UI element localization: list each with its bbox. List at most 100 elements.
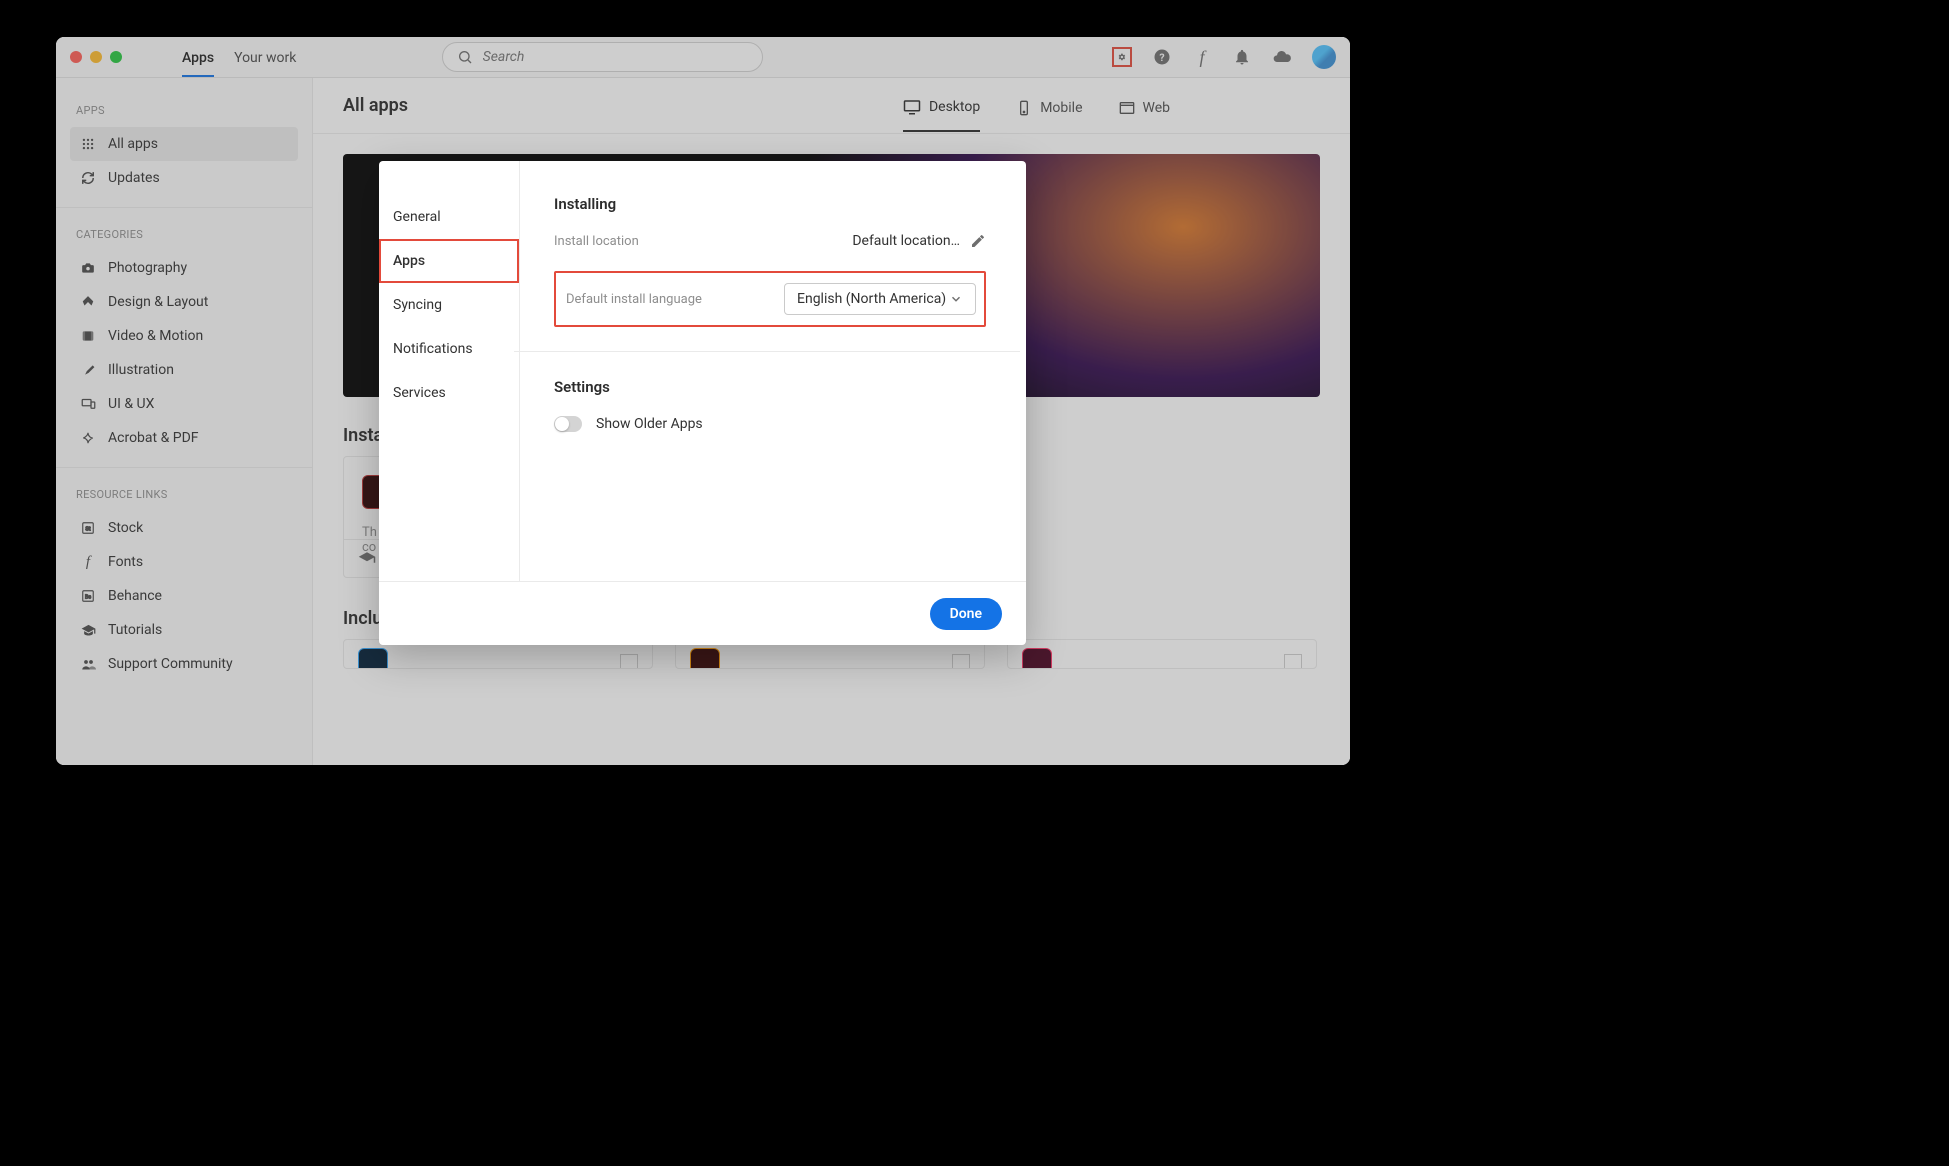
avatar[interactable] <box>1312 45 1336 69</box>
preferences-sidebar: General Apps Syncing Notifications Servi… <box>379 161 520 581</box>
preferences-content: Installing Install location Default loca… <box>520 161 1026 581</box>
fonts-icon[interactable]: f <box>1192 47 1212 67</box>
done-button[interactable]: Done <box>930 598 1002 630</box>
sidebar-item-tutorials[interactable]: Tutorials <box>70 613 298 647</box>
illustrator-badge-icon <box>690 648 720 669</box>
minimize-window-button[interactable] <box>90 51 102 63</box>
language-select-value: English (North America) <box>797 291 946 307</box>
install-location-value: Default location… <box>852 233 960 249</box>
open-external-icon <box>1284 654 1302 669</box>
notifications-icon[interactable] <box>1232 47 1252 67</box>
show-older-apps-label: Show Older Apps <box>596 416 703 432</box>
fonts-icon: f <box>80 554 96 570</box>
sidebar-item-label: All apps <box>108 136 158 152</box>
zoom-window-button[interactable] <box>110 51 122 63</box>
sidebar-item-label: UI & UX <box>108 396 154 412</box>
app-card-id[interactable] <box>1007 639 1317 669</box>
help-icon[interactable]: ? <box>1152 47 1172 67</box>
preferences-footer: Done <box>379 581 1026 645</box>
sidebar-divider <box>56 207 312 208</box>
page-title: All apps <box>343 95 408 116</box>
behance-icon: Be <box>80 588 96 604</box>
grid-icon <box>80 136 96 152</box>
svg-text:St: St <box>85 526 90 532</box>
stock-icon: St <box>80 520 96 536</box>
sidebar-item-support-community[interactable]: Support Community <box>70 647 298 681</box>
sidebar-item-label: Support Community <box>108 656 233 672</box>
tab-mobile[interactable]: Mobile <box>1016 80 1082 132</box>
cloud-icon[interactable] <box>1272 47 1292 67</box>
pref-tab-notifications[interactable]: Notifications <box>379 327 519 371</box>
pref-tab-syncing[interactable]: Syncing <box>379 283 519 327</box>
sidebar-item-fonts[interactable]: f Fonts <box>70 545 298 579</box>
sidebar-item-label: Design & Layout <box>108 294 208 310</box>
sidebar-item-label: Acrobat & PDF <box>108 430 199 446</box>
default-install-language-label: Default install language <box>566 292 702 307</box>
sidebar-section-apps: APPS <box>70 96 298 127</box>
sidebar-item-label: Behance <box>108 588 162 604</box>
sidebar-item-video-motion[interactable]: Video & Motion <box>70 319 298 353</box>
tab-desktop[interactable]: Desktop <box>903 80 980 132</box>
sidebar-item-label: Illustration <box>108 362 174 378</box>
tab-web[interactable]: Web <box>1119 80 1171 132</box>
acrobat-icon <box>80 430 96 446</box>
search-field[interactable] <box>442 42 763 72</box>
gear-icon[interactable] <box>1112 47 1132 67</box>
sidebar-item-acrobat-pdf[interactable]: Acrobat & PDF <box>70 421 298 455</box>
chevron-down-icon <box>949 292 963 306</box>
tab-your-work[interactable]: Your work <box>234 38 296 77</box>
sidebar-item-behance[interactable]: Be Behance <box>70 579 298 613</box>
camera-icon <box>80 260 96 276</box>
sidebar-item-illustration[interactable]: Illustration <box>70 353 298 387</box>
pref-tab-general[interactable]: General <box>379 195 519 239</box>
app-window: Apps Your work ? f <box>56 37 1350 765</box>
show-older-apps-row: Show Older Apps <box>554 416 986 432</box>
sidebar-item-photography[interactable]: Photography <box>70 251 298 285</box>
platform-tabs: Desktop Mobile Web <box>903 80 1170 132</box>
open-external-icon <box>620 654 638 669</box>
edit-icon[interactable] <box>970 233 986 249</box>
installing-title: Installing <box>554 195 986 213</box>
install-location-label: Install location <box>554 234 639 249</box>
preferences-divider <box>514 351 1020 352</box>
brush-icon <box>80 362 96 378</box>
settings-title: Settings <box>554 378 986 396</box>
sidebar-item-updates[interactable]: Updates <box>70 161 298 195</box>
sidebar-item-design-layout[interactable]: Design & Layout <box>70 285 298 319</box>
sidebar: APPS All apps Updates CATEGORIES Photog <box>56 78 313 765</box>
sidebar-item-label: Updates <box>108 170 160 186</box>
sidebar-section-resources: RESOURCE LINKS <box>70 480 298 511</box>
preferences-body: General Apps Syncing Notifications Servi… <box>379 161 1026 581</box>
tab-apps[interactable]: Apps <box>182 38 214 77</box>
language-select[interactable]: English (North America) <box>784 283 976 315</box>
search-icon <box>455 47 475 67</box>
nav-tabs: Apps Your work <box>182 38 296 77</box>
show-older-apps-toggle[interactable] <box>554 416 582 432</box>
close-window-button[interactable] <box>70 51 82 63</box>
sidebar-item-ui-ux[interactable]: UI & UX <box>70 387 298 421</box>
page-header: All apps Desktop Mobile <box>313 78 1350 134</box>
open-external-icon <box>952 654 970 669</box>
window-controls <box>70 51 122 63</box>
sidebar-item-label: Stock <box>108 520 143 536</box>
people-icon <box>80 656 96 672</box>
desktop-icon <box>903 98 921 116</box>
sidebar-item-stock[interactable]: St Stock <box>70 511 298 545</box>
pen-nib-icon <box>80 294 96 310</box>
film-icon <box>80 328 96 344</box>
pref-tab-services[interactable]: Services <box>379 371 519 415</box>
mobile-icon <box>1016 100 1032 116</box>
search-input[interactable] <box>483 49 750 65</box>
install-location-row: Install location Default location… <box>554 233 986 249</box>
indesign-badge-icon <box>1022 648 1052 669</box>
svg-text:?: ? <box>1159 51 1164 64</box>
tab-label: Web <box>1143 100 1171 116</box>
sidebar-item-label: Fonts <box>108 554 143 570</box>
photoshop-badge-icon <box>358 648 388 669</box>
preferences-dialog: General Apps Syncing Notifications Servi… <box>379 161 1026 645</box>
pref-tab-apps[interactable]: Apps <box>379 239 519 283</box>
tab-label: Mobile <box>1040 100 1082 116</box>
browser-icon <box>1119 100 1135 116</box>
sidebar-item-all-apps[interactable]: All apps <box>70 127 298 161</box>
sidebar-item-label: Photography <box>108 260 187 276</box>
